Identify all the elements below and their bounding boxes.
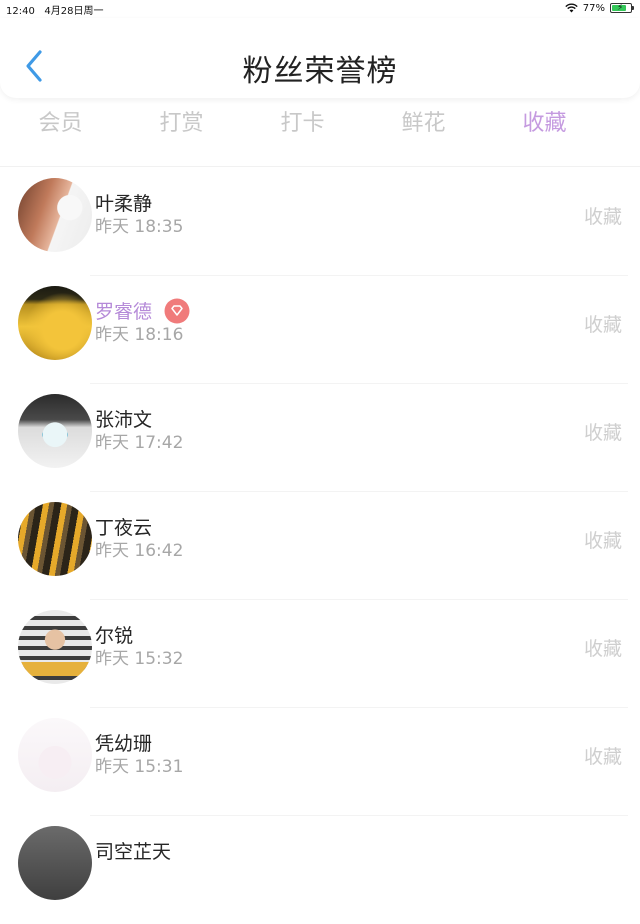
user-name: 丁夜云 — [95, 517, 153, 539]
tab-member[interactable]: 会员 — [0, 102, 121, 150]
favorite-label[interactable]: 收藏 — [584, 310, 622, 337]
avatar-banner — [18, 662, 92, 676]
time-text: 昨天 16:42 — [95, 541, 184, 561]
category-tabs: 会员 打赏 打卡 鲜花 收藏 — [0, 102, 640, 150]
time-text: 昨天 15:32 — [95, 649, 184, 669]
status-time-date: 12:40 4月28日周一 — [6, 2, 103, 17]
favorite-label[interactable]: 收藏 — [584, 418, 622, 445]
tab-reward[interactable]: 打赏 — [121, 102, 242, 150]
status-bar: 12:40 4月28日周一 77% ⚡ — [0, 0, 640, 18]
wifi-icon — [565, 3, 578, 13]
battery-percent: 77% — [582, 2, 605, 14]
time-text: 昨天 17:42 — [95, 433, 184, 453]
fan-list: 叶柔静 昨天 18:35 收藏 罗睿德 昨天 18:16 收藏 张沛文 昨天 1… — [0, 168, 640, 924]
tab-checkin[interactable]: 打卡 — [242, 102, 363, 150]
list-item[interactable]: 张沛文 昨天 17:42 收藏 — [0, 384, 640, 492]
avatar[interactable] — [18, 394, 92, 468]
time-text: 昨天 15:31 — [95, 757, 184, 777]
avatar[interactable] — [18, 718, 92, 792]
avatar[interactable] — [18, 286, 92, 360]
list-item[interactable]: 罗睿德 昨天 18:16 收藏 — [0, 276, 640, 384]
page-title: 粉丝荣誉榜 — [242, 54, 398, 89]
time-text: 昨天 18:16 — [95, 325, 184, 345]
user-name: 凭幼珊 — [95, 733, 153, 755]
favorite-label[interactable]: 收藏 — [584, 202, 622, 229]
tabs-divider — [0, 166, 640, 167]
header-bar: 粉丝荣誉榜 — [0, 18, 640, 98]
bolt-icon: ⚡ — [617, 3, 624, 13]
user-name: 罗睿德 — [95, 301, 153, 323]
user-name: 叶柔静 — [95, 193, 153, 215]
avatar[interactable] — [18, 178, 92, 252]
battery-charging-icon: ⚡ — [610, 3, 634, 13]
tab-favorite[interactable]: 收藏 — [484, 102, 605, 150]
time-text: 昨天 18:35 — [95, 217, 184, 237]
list-item[interactable]: 尔锐 昨天 15:32 收藏 — [0, 600, 640, 708]
user-name: 司空芷天 — [95, 841, 172, 863]
favorite-label[interactable]: 收藏 — [584, 742, 622, 769]
list-item[interactable]: 叶柔静 昨天 18:35 收藏 — [0, 168, 640, 276]
favorite-label[interactable]: 收藏 — [584, 634, 622, 661]
status-date: 4月28日周一 — [44, 6, 104, 17]
favorite-label[interactable]: 收藏 — [584, 526, 622, 553]
avatar[interactable] — [18, 502, 92, 576]
tab-flower[interactable]: 鲜花 — [363, 102, 484, 150]
status-time: 12:40 — [6, 6, 35, 17]
avatar[interactable] — [18, 826, 92, 900]
user-name: 尔锐 — [95, 625, 134, 647]
user-name: 张沛文 — [95, 409, 153, 431]
status-right: 77% ⚡ — [565, 1, 634, 15]
avatar[interactable] — [18, 610, 92, 684]
list-item[interactable]: 丁夜云 昨天 16:42 收藏 — [0, 492, 640, 600]
list-item[interactable]: 凭幼珊 昨天 15:31 收藏 — [0, 708, 640, 816]
list-item[interactable]: 司空芷天 — [0, 816, 640, 924]
